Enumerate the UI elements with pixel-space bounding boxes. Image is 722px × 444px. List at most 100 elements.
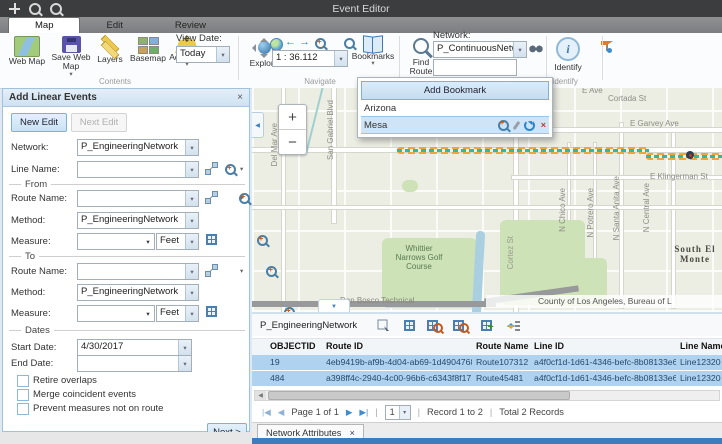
from-measure-combo[interactable]: ▾: [77, 233, 155, 250]
previous-page-icon[interactable]: ◀: [278, 408, 285, 417]
bookmarks-button[interactable]: Bookmarks ▾: [350, 36, 396, 68]
zoom-to-icon[interactable]: +: [225, 164, 236, 175]
layers-button[interactable]: Layers: [93, 37, 127, 64]
save-web-map-button[interactable]: Save Web Map ▾: [50, 36, 92, 78]
chevron-down-icon[interactable]: ▾: [334, 51, 347, 66]
map-zoom-out-button[interactable]: −: [279, 130, 306, 154]
retire-overlaps-checkbox[interactable]: [17, 375, 29, 387]
add-bookmark-button[interactable]: Add Bookmark: [361, 81, 549, 100]
selected-route-segment[interactable]: [397, 147, 649, 154]
tab-map[interactable]: Map: [8, 17, 80, 33]
select-on-map-icon[interactable]: [205, 162, 218, 178]
chevron-down-icon[interactable]: ▾: [185, 162, 198, 177]
pan-to-selection-icon[interactable]: [453, 318, 469, 332]
prevent-measures-checkbox[interactable]: [17, 403, 29, 415]
add-record-icon[interactable]: +: [479, 318, 495, 332]
route-search-input[interactable]: [433, 59, 517, 76]
chevron-down-icon[interactable]: ▾: [240, 196, 243, 203]
network-select[interactable]: P_ContinuousNetwork ▾: [433, 41, 527, 58]
chevron-down-icon[interactable]: ▾: [216, 47, 229, 62]
next-page-icon[interactable]: ▶: [346, 408, 353, 417]
select-on-map-icon[interactable]: [205, 264, 218, 280]
from-method-select[interactable]: P_EngineeringNetwork ▾: [77, 212, 199, 229]
column-header-objectid[interactable]: OBJECTID: [266, 339, 322, 355]
bookmark-refresh-icon[interactable]: [524, 120, 535, 131]
chevron-down-icon[interactable]: ▾: [185, 191, 198, 206]
to-measure-combo[interactable]: ▾: [77, 305, 155, 322]
chevron-down-icon[interactable]: ▾: [185, 306, 198, 321]
table-layer-tab[interactable]: P_EngineeringNetwork: [260, 320, 357, 331]
zoom-to-icon[interactable]: +: [257, 235, 268, 246]
collapse-panel-arrow[interactable]: ◀: [252, 112, 264, 138]
bookmark-edit-icon[interactable]: [512, 120, 520, 129]
view-date-select[interactable]: Today ▾: [176, 46, 230, 63]
tab-edit[interactable]: Edit: [80, 18, 148, 33]
zoom-in-icon[interactable]: [28, 3, 42, 15]
close-icon[interactable]: ×: [349, 428, 354, 438]
line-name-select[interactable]: ▾: [77, 161, 199, 178]
previous-extent-icon[interactable]: ←: [285, 37, 296, 47]
to-route-name-select[interactable]: ▾: [77, 263, 199, 280]
bookmark-item-mesa[interactable]: Mesa + ×: [361, 116, 549, 134]
last-page-icon[interactable]: ▶|: [359, 408, 368, 417]
selection-options-icon[interactable]: [375, 318, 391, 332]
sort-icon[interactable]: [505, 318, 521, 332]
chevron-down-icon[interactable]: ▾: [178, 340, 191, 355]
chevron-down-icon[interactable]: ▾: [185, 140, 198, 155]
chevron-down-icon[interactable]: ▾: [185, 285, 198, 300]
end-date-input[interactable]: ▾: [77, 355, 192, 372]
measure-table-icon[interactable]: [206, 306, 217, 317]
table-row[interactable]: 19 4eb9419b-af9b-4d04-ab69-1d490476802b …: [252, 355, 722, 371]
new-edit-button[interactable]: New Edit: [11, 113, 67, 132]
chevron-down-icon[interactable]: ▾: [185, 213, 198, 228]
chevron-down-icon[interactable]: ▾: [185, 234, 198, 249]
table-row[interactable]: 484 a398ff4c-2940-4c00-96b6-c6343f8f1711…: [252, 371, 722, 387]
identify-button[interactable]: i Identify: [550, 37, 586, 72]
from-unit-select[interactable]: Feet ▾: [156, 233, 199, 250]
column-header-line-id[interactable]: Line ID: [530, 339, 676, 355]
scrollbar-thumb[interactable]: [268, 391, 570, 400]
horizontal-scrollbar[interactable]: ◀: [254, 390, 720, 401]
chevron-down-icon[interactable]: ▾: [185, 264, 198, 279]
panel-network-select[interactable]: P_EngineeringNetwork ▾: [77, 139, 199, 156]
chevron-down-icon[interactable]: ▾: [240, 167, 243, 174]
zoom-to-icon[interactable]: +: [266, 266, 277, 277]
bookmark-item-arizona[interactable]: Arizona: [361, 100, 549, 116]
next-extent-icon[interactable]: →: [299, 37, 310, 47]
measure-table-icon[interactable]: [206, 234, 217, 245]
to-section-divider: To: [9, 256, 245, 257]
selected-route-segment[interactable]: [646, 153, 722, 160]
zoom-to-selection-icon[interactable]: [427, 318, 443, 332]
chevron-down-icon[interactable]: ▾: [240, 269, 243, 276]
page-select[interactable]: 1 ▾: [385, 405, 411, 420]
close-icon[interactable]: ×: [237, 92, 243, 103]
switch-table-icon[interactable]: [401, 318, 417, 332]
chevron-down-icon[interactable]: ▾: [513, 42, 526, 57]
zoom-in-tool-icon[interactable]: +: [315, 38, 326, 49]
binoculars-icon[interactable]: [529, 44, 543, 53]
bookmark-zoom-icon[interactable]: +: [498, 120, 509, 131]
web-map-button[interactable]: Web Map: [6, 36, 48, 66]
to-method-select[interactable]: P_EngineeringNetwork ▾: [77, 284, 199, 301]
start-date-input[interactable]: 4/30/2017 ▾: [77, 339, 192, 356]
collapse-table-arrow[interactable]: ▼: [318, 299, 350, 312]
chevron-down-icon[interactable]: ▾: [142, 234, 154, 249]
from-route-name-select[interactable]: ▾: [77, 190, 199, 207]
first-page-icon[interactable]: |◀: [262, 408, 271, 417]
merge-coincident-checkbox[interactable]: [17, 389, 29, 401]
chevron-down-icon[interactable]: ▾: [178, 356, 191, 371]
zoom-out-icon[interactable]: [49, 3, 63, 15]
to-unit-select[interactable]: Feet ▾: [156, 305, 199, 322]
column-header-line-name[interactable]: Line Name: [676, 339, 722, 355]
column-header-route-name[interactable]: Route Name: [472, 339, 530, 355]
route-point-marker[interactable]: [686, 151, 694, 159]
select-on-map-icon[interactable]: [205, 191, 218, 207]
pan-icon[interactable]: [7, 3, 21, 15]
chevron-down-icon[interactable]: ▾: [142, 306, 154, 321]
scroll-left-icon[interactable]: ◀: [255, 391, 266, 400]
basemap-button[interactable]: Basemap: [128, 37, 168, 63]
scale-select[interactable]: 1 : 36.112 ▾: [272, 50, 348, 67]
bookmark-delete-icon[interactable]: ×: [541, 120, 546, 130]
column-header-route-id[interactable]: Route ID: [322, 339, 472, 355]
map-zoom-in-button[interactable]: +: [279, 105, 306, 130]
